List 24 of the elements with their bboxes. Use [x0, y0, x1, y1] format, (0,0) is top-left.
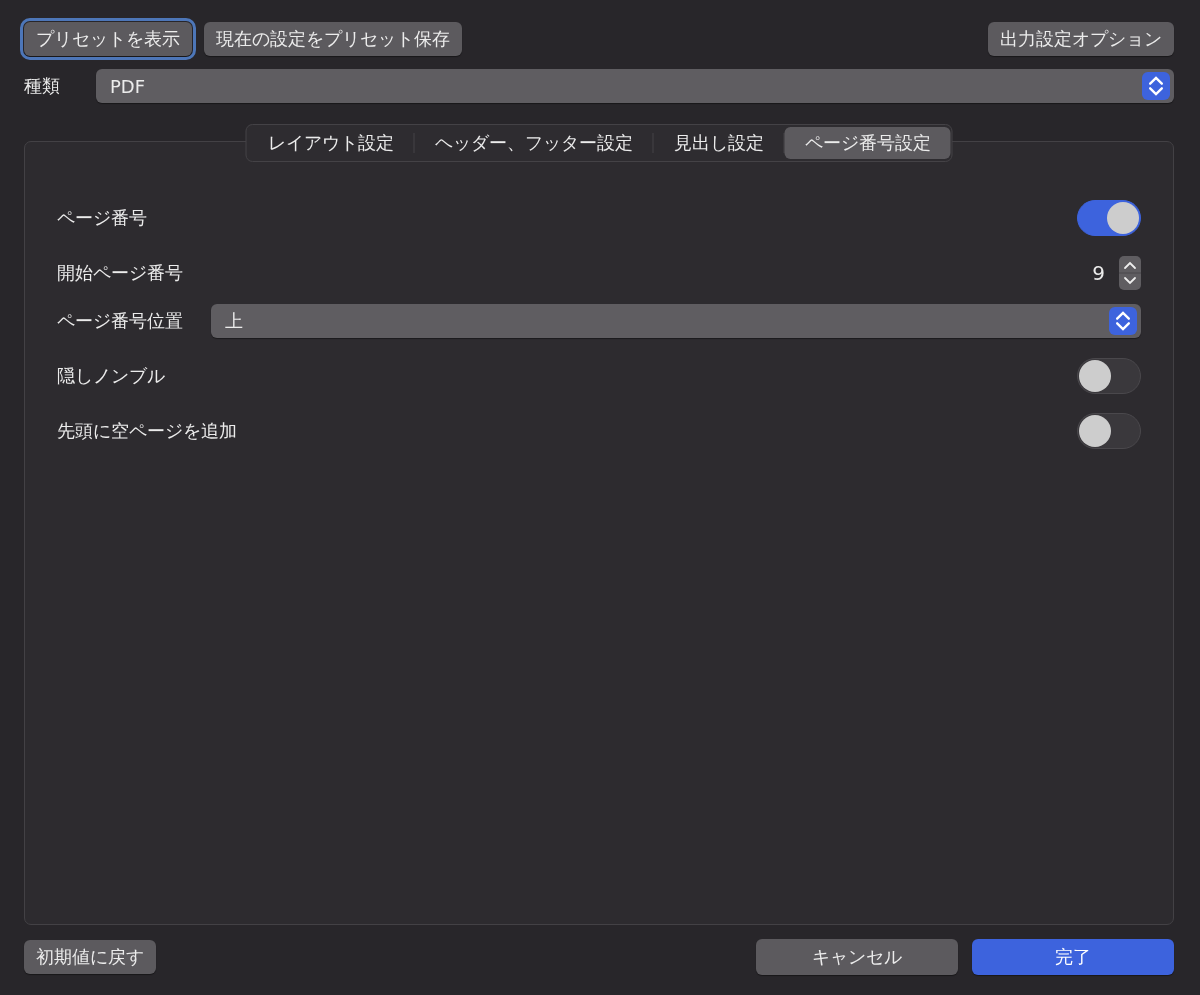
- setting-label: 開始ページ番号: [57, 261, 183, 285]
- number-value: 9: [1092, 261, 1105, 285]
- toggle-switch[interactable]: [1077, 358, 1141, 394]
- up-down-chevron-icon: [1142, 72, 1170, 100]
- setting-label: 隠しノンブル: [57, 364, 165, 388]
- position-dropdown[interactable]: 上: [211, 304, 1141, 338]
- cancel-button[interactable]: キャンセル: [756, 939, 958, 975]
- type-dropdown[interactable]: PDF: [96, 69, 1174, 103]
- tab[interactable]: ヘッダー、フッター設定: [414, 127, 653, 159]
- setting-label: ページ番号: [57, 206, 147, 230]
- toggle-switch[interactable]: [1077, 413, 1141, 449]
- up-down-chevron-icon: [1109, 307, 1137, 335]
- done-button[interactable]: 完了: [972, 939, 1174, 975]
- stepper-icon[interactable]: [1119, 256, 1141, 290]
- setting-label: ページ番号位置: [57, 309, 183, 333]
- reset-button[interactable]: 初期値に戻す: [24, 940, 156, 974]
- setting-label: 先頭に空ページを追加: [57, 419, 237, 443]
- output-options-button[interactable]: 出力設定オプション: [988, 22, 1174, 56]
- type-label: 種類: [24, 74, 61, 98]
- preset-button[interactable]: 現在の設定をプリセット保存: [204, 22, 462, 56]
- tab[interactable]: ページ番号設定: [784, 127, 951, 159]
- tab[interactable]: 見出し設定: [653, 127, 784, 159]
- tab[interactable]: レイアウト設定: [247, 127, 414, 159]
- toggle-switch[interactable]: [1077, 200, 1141, 236]
